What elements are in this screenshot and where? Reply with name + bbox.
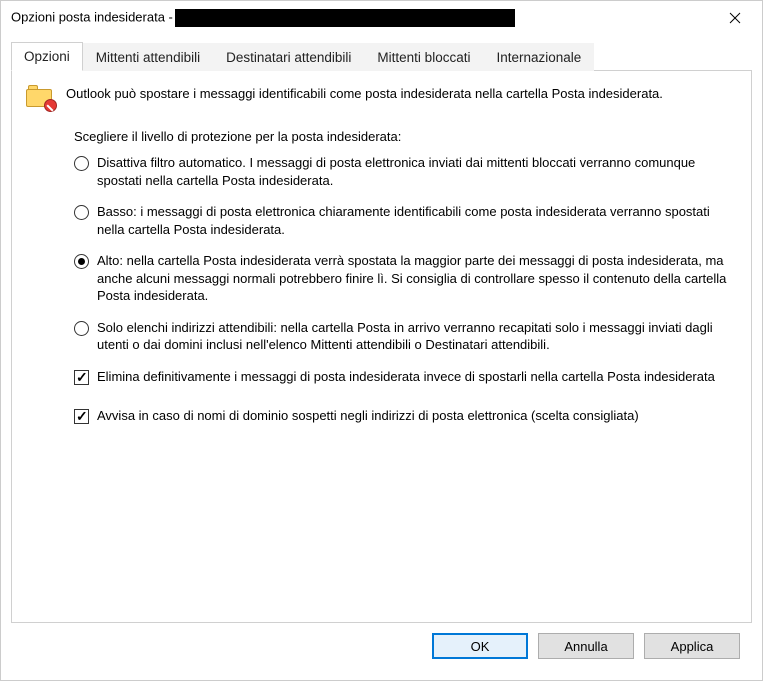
button-bar: OK Annulla Applica <box>11 623 752 669</box>
ok-button[interactable]: OK <box>432 633 528 659</box>
radio-disattiva-label: Disattiva filtro automatico. I messaggi … <box>97 154 733 189</box>
checkbox-avvisa[interactable] <box>74 409 89 424</box>
radio-alto-label: Alto: nella cartella Posta indesiderata … <box>97 252 733 305</box>
redacted-account <box>175 9 515 27</box>
radio-basso[interactable] <box>74 205 89 220</box>
title-bar: Opzioni posta indesiderata - <box>1 1 762 35</box>
checkbox-avvisa-label: Avvisa in caso di nomi di dominio sospet… <box>97 407 733 425</box>
tab-opzioni[interactable]: Opzioni <box>11 42 83 71</box>
radio-alto[interactable] <box>74 254 89 269</box>
window-title: Opzioni posta indesiderata - <box>11 9 515 27</box>
intro-text: Outlook può spostare i messaggi identifi… <box>66 85 663 103</box>
cancel-button[interactable]: Annulla <box>538 633 634 659</box>
checkbox-elimina-label: Elimina definitivamente i messaggi di po… <box>97 368 733 386</box>
tab-destinatari-attendibili[interactable]: Destinatari attendibili <box>213 43 364 71</box>
radio-basso-label: Basso: i messaggi di posta elettronica c… <box>97 203 733 238</box>
tab-mittenti-attendibili[interactable]: Mittenti attendibili <box>83 43 213 71</box>
tab-internazionale[interactable]: Internazionale <box>483 43 594 71</box>
close-icon <box>729 12 741 24</box>
radio-solo-elenchi-label: Solo elenchi indirizzi attendibili: nell… <box>97 319 733 354</box>
radio-disattiva[interactable] <box>74 156 89 171</box>
checkbox-elimina[interactable] <box>74 370 89 385</box>
choose-level-label: Scegliere il livello di protezione per l… <box>74 129 733 144</box>
tab-panel-opzioni: Outlook può spostare i messaggi identifi… <box>11 71 752 623</box>
radio-solo-elenchi[interactable] <box>74 321 89 336</box>
tab-mittenti-bloccati[interactable]: Mittenti bloccati <box>364 43 483 71</box>
apply-button[interactable]: Applica <box>644 633 740 659</box>
tab-strip: Opzioni Mittenti attendibili Destinatari… <box>11 41 752 71</box>
close-button[interactable] <box>718 4 752 32</box>
junk-folder-icon <box>26 85 56 111</box>
